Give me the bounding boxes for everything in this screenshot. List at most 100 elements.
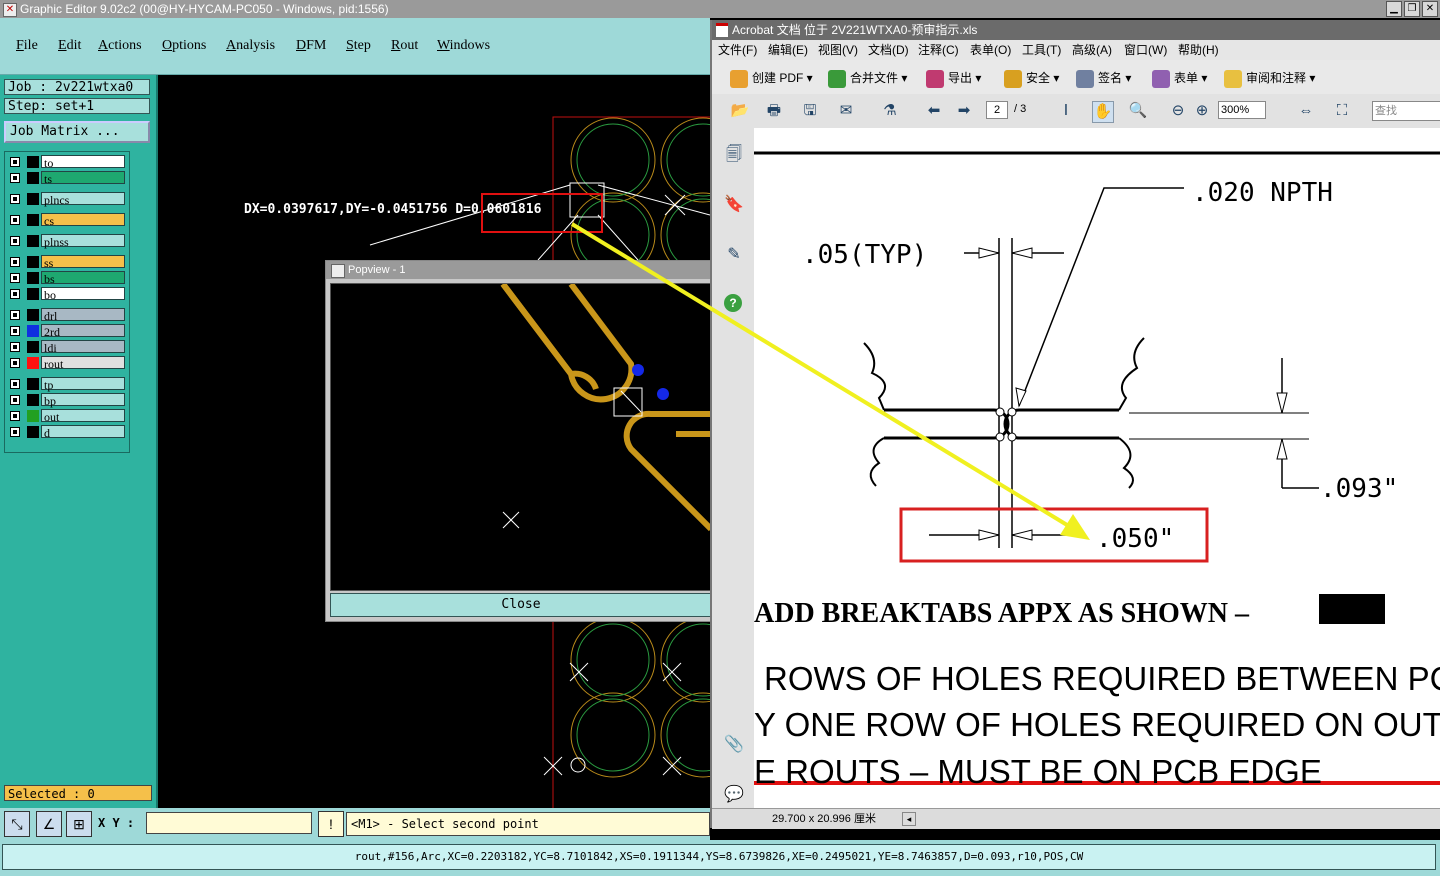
signatures-icon[interactable]: ✎ [724,244,744,266]
layer-swatch[interactable] [27,357,39,369]
layer-checkbox[interactable] [10,395,20,405]
bookmarks-icon[interactable]: 🔖 [724,194,744,216]
menu-step[interactable]: Step [346,38,371,54]
job-matrix-button[interactable]: Job Matrix ... [4,121,150,143]
layer-checkbox[interactable] [10,215,20,225]
forms-button[interactable]: 表单 ▾ [1152,68,1207,88]
layer-checkbox[interactable] [10,427,20,437]
prev-page-icon[interactable]: ⬅ [924,101,944,121]
layer-checkbox[interactable] [10,194,20,204]
hand-tool-icon[interactable]: ✋ [1092,101,1114,123]
layer-checkbox[interactable] [10,173,20,183]
popview-canvas[interactable] [330,283,712,591]
layer-swatch[interactable] [27,288,39,300]
menu-options[interactable]: Options [162,38,206,54]
review-button[interactable]: 审阅和注释 ▾ [1224,68,1315,88]
layer-swatch[interactable] [27,325,39,337]
layer-swatch[interactable] [27,426,39,438]
acro-menu-forms[interactable]: 表单(O) [970,40,1011,60]
layer-row[interactable]: plnss [7,234,125,249]
acro-menu-comments[interactable]: 注释(C) [918,40,959,60]
layer-row[interactable]: tp [7,377,125,392]
pages-icon[interactable]: 🗐 [724,144,744,166]
angle-icon[interactable]: ∠ [36,811,62,837]
layer-row[interactable]: rout [7,356,125,371]
layer-swatch[interactable] [27,309,39,321]
layer-checkbox[interactable] [10,273,20,283]
layer-row[interactable]: plncs [7,192,125,207]
xy-input[interactable] [146,812,312,834]
zoom-level-input[interactable]: 300% [1218,101,1266,119]
sign-button[interactable]: 签名 ▾ [1076,68,1131,88]
layer-swatch[interactable] [27,172,39,184]
layer-swatch[interactable] [27,272,39,284]
restore-icon[interactable]: ❐ [1404,1,1420,17]
comments-icon[interactable]: 💬 [724,784,744,806]
ink-icon[interactable]: ⚗ [880,101,900,121]
layer-swatch[interactable] [27,394,39,406]
layer-row[interactable]: drl [7,308,125,323]
layer-row[interactable]: bo [7,287,125,302]
acro-menu-edit[interactable]: 编辑(E) [768,40,808,60]
menu-file[interactable]: File [16,38,38,54]
layer-row[interactable]: d [7,425,125,440]
zoom-out-icon[interactable]: ⊖ [1168,101,1188,121]
next-page-icon[interactable]: ➡ [954,101,974,121]
grid-icon[interactable]: ⊞ [66,811,92,837]
pdf-page[interactable]: .020 NPTH .05(TYP) .093" .050" ADD BREAK… [754,128,1440,808]
create-pdf-button[interactable]: 创建 PDF ▾ [730,68,813,88]
layer-swatch[interactable] [27,341,39,353]
layer-swatch[interactable] [27,378,39,390]
security-button[interactable]: 安全 ▾ [1004,68,1059,88]
layer-row[interactable]: to [7,155,125,170]
fit-width-icon[interactable]: ⇔ [1296,101,1316,121]
layer-checkbox[interactable] [10,342,20,352]
info-icon[interactable]: ! [318,811,344,837]
combine-files-button[interactable]: 合并文件 ▾ [828,68,907,88]
layer-checkbox[interactable] [10,236,20,246]
scroll-left-icon[interactable]: ◂ [902,812,916,826]
zoom-tool-icon[interactable]: 🔍 [1128,101,1148,121]
layer-checkbox[interactable] [10,358,20,368]
layer-swatch[interactable] [27,193,39,205]
layer-row[interactable]: cs [7,213,125,228]
snap-icon[interactable]: ⤡ [4,811,30,837]
menu-actions[interactable]: Actions [98,38,142,54]
layer-swatch[interactable] [27,256,39,268]
layer-row[interactable]: ss [7,255,125,270]
menu-windows[interactable]: Windows [437,38,490,54]
layer-checkbox[interactable] [10,411,20,421]
layer-swatch[interactable] [27,410,39,422]
layer-checkbox[interactable] [10,257,20,267]
page-number-input[interactable]: 2 [986,101,1008,119]
acro-menu-window[interactable]: 窗口(W) [1124,40,1167,60]
layer-checkbox[interactable] [10,157,20,167]
acro-menu-file[interactable]: 文件(F) [718,40,757,60]
help-icon[interactable]: ? [724,294,742,312]
layer-row[interactable]: ldi [7,340,125,355]
layer-row[interactable]: bs [7,271,125,286]
layer-checkbox[interactable] [10,326,20,336]
layer-row[interactable]: ts [7,171,125,186]
open-folder-icon[interactable]: 📂 [730,101,750,121]
print-icon[interactable]: 🖶 [764,101,784,121]
acro-menu-document[interactable]: 文档(D) [868,40,909,60]
save-icon[interactable]: 🖫 [800,101,820,121]
select-tool-icon[interactable]: Ⅰ [1056,101,1076,121]
layer-swatch[interactable] [27,214,39,226]
minimize-icon[interactable]: ▁ [1386,1,1402,17]
layer-checkbox[interactable] [10,289,20,299]
export-button[interactable]: 导出 ▾ [926,68,981,88]
fit-page-icon[interactable]: ⛶ [1332,101,1352,121]
acro-menu-advanced[interactable]: 高级(A) [1072,40,1112,60]
menu-rout[interactable]: Rout [391,38,418,54]
acro-menu-view[interactable]: 视图(V) [818,40,858,60]
acro-menu-tools[interactable]: 工具(T) [1022,40,1061,60]
email-icon[interactable]: ✉ [836,101,856,121]
menu-analysis[interactable]: Analysis [226,38,275,54]
layer-checkbox[interactable] [10,310,20,320]
layer-row[interactable]: 2rd [7,324,125,339]
menu-edit[interactable]: Edit [58,38,81,54]
find-input[interactable]: 查找 [1372,101,1440,121]
layer-row[interactable]: out [7,409,125,424]
